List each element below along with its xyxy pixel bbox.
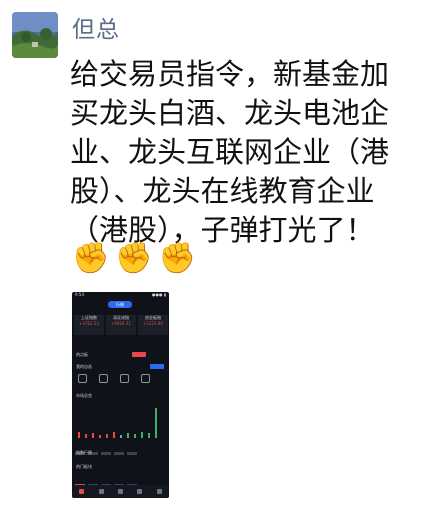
section-label: 热门板块: [76, 464, 92, 469]
trade-tab-icon: [117, 489, 123, 494]
chart-bar: [141, 432, 143, 438]
tab-market-label: 行情: [116, 302, 124, 307]
status-time: 9:54: [75, 292, 84, 297]
chart-bar: [99, 435, 101, 438]
fist-emoji-icon: ✊: [72, 241, 110, 276]
index-card: 创业板指 +3123.80: [138, 315, 168, 335]
emoji-row: ✊ ✊ ✊: [72, 241, 196, 277]
message-text: 给交易员指令，新基金加 买龙头白酒、龙头电池企 业、龙头互联网企业（港 股）、龙…: [70, 55, 422, 250]
chart-legend-strip: [75, 440, 166, 455]
chart-bar: [85, 434, 87, 438]
index-value: +9916.31: [111, 321, 131, 326]
chart-bar: [155, 408, 157, 438]
market-tab-icon: [98, 489, 104, 494]
index-card: 深证成指 +9916.31: [106, 315, 136, 335]
tool-icon: [141, 374, 150, 383]
status-indicators: ●●● ▮: [152, 292, 166, 297]
message-line: 业、龙头互联网企业（港: [70, 135, 390, 169]
tool-icon: [78, 374, 87, 383]
tool-icon: [120, 374, 129, 383]
home-tab-icon: [79, 489, 85, 494]
fist-emoji-icon: ✊: [115, 241, 153, 276]
watchlist-tag: [150, 364, 164, 369]
section-label: 指数行情: [76, 450, 92, 455]
index-value: +3123.80: [143, 321, 163, 326]
chart-bar: [134, 434, 136, 438]
profile-tab-icon: [156, 489, 162, 494]
chart-bar: [78, 432, 80, 438]
index-card: 上证指数 +3762.53: [74, 315, 104, 335]
message-line: 买龙头白酒、龙头电池企: [70, 96, 390, 130]
chart-bar: [127, 433, 129, 438]
index-value: +3762.53: [79, 321, 99, 326]
sector-strip: [75, 472, 166, 487]
section-label: 市场总览: [76, 393, 92, 398]
tool-icon: [99, 374, 108, 383]
market-distribution-chart: [78, 404, 164, 438]
fist-emoji-icon: ✊: [158, 241, 197, 276]
phone-bottom-tabbar: [72, 485, 169, 498]
avatar-landscape-image: [12, 12, 58, 58]
chart-bar: [120, 435, 122, 438]
phone-status-bar: 9:54 ●●● ▮: [72, 292, 169, 299]
sender-avatar[interactable]: [12, 12, 58, 58]
tab-market: 行情: [108, 301, 132, 308]
stock-app-screenshot-thumbnail[interactable]: 9:54 ●●● ▮ 行情 上证指数 +3762.53 深证成指 +9916.3…: [72, 292, 169, 498]
chart-bar: [113, 432, 115, 438]
message-line: 股）、龙头在线教育企业: [70, 174, 375, 208]
hot-tag: [132, 352, 146, 357]
chart-bar: [92, 433, 94, 438]
section-label: 我的自选: [76, 364, 92, 369]
news-tab-icon: [137, 489, 143, 494]
section-label: 热点板: [76, 352, 88, 357]
message-line: 给交易员指令，新基金加: [70, 57, 390, 91]
chart-bar: [148, 433, 150, 438]
chart-bar: [106, 434, 108, 438]
sender-name[interactable]: 但总: [72, 10, 120, 44]
